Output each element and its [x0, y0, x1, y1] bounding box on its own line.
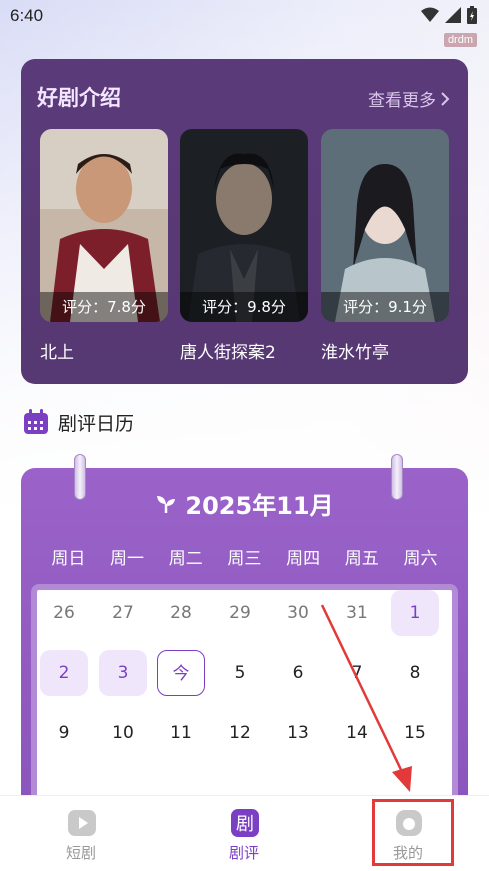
play-icon	[68, 810, 96, 836]
annotation-arrow	[320, 604, 412, 792]
nav-item-review[interactable]: 剧 剧评	[184, 796, 304, 871]
svg-text:剧: 剧	[236, 814, 254, 835]
nav-label-short-drama: 短剧	[65, 844, 96, 862]
annotation-highlight-box	[372, 799, 454, 866]
review-icon: 剧	[231, 809, 259, 837]
nav-label-review: 剧评	[228, 844, 259, 862]
nav-item-short-drama[interactable]: 短剧	[21, 796, 141, 871]
